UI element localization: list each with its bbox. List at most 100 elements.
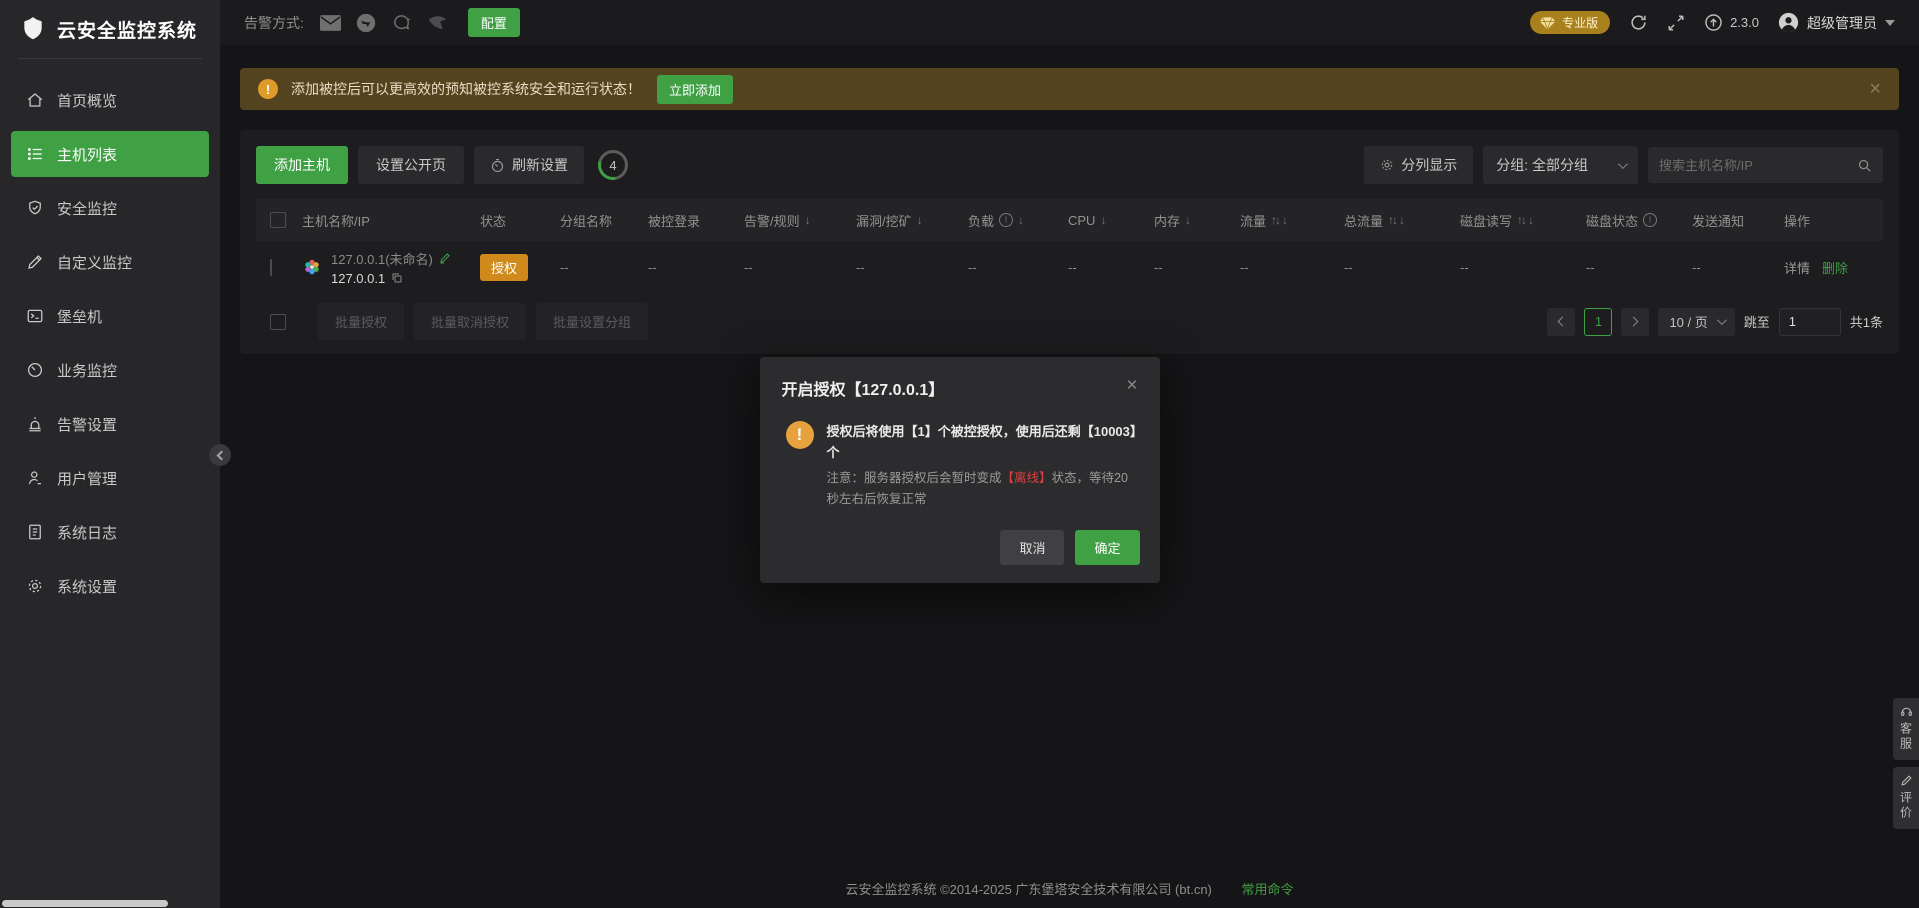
- group-filter-dropdown[interactable]: 分组: 全部分组: [1483, 146, 1638, 184]
- log-file-icon: [26, 523, 44, 541]
- app-logo: 云安全监控系统: [0, 0, 220, 58]
- gauge-icon: [26, 361, 44, 379]
- pencil-icon: [26, 253, 44, 271]
- gear-small-icon: [1380, 158, 1394, 172]
- detail-link[interactable]: 详情: [1784, 258, 1810, 277]
- wechat-icon[interactable]: [391, 13, 412, 33]
- notice-close-icon[interactable]: ×: [1869, 79, 1881, 99]
- edit-name-icon[interactable]: [439, 252, 451, 264]
- sidebar-item-custom-monitor[interactable]: 自定义监控: [11, 239, 209, 285]
- batch-cancel-authorize-button[interactable]: 批量取消授权: [414, 303, 526, 340]
- authorize-tag-button[interactable]: 授权: [480, 254, 528, 281]
- support-widget[interactable]: 客服: [1893, 698, 1919, 760]
- batch-authorize-button[interactable]: 批量授权: [318, 303, 404, 340]
- common-commands-link[interactable]: 常用命令: [1242, 882, 1294, 897]
- search-input[interactable]: [1659, 158, 1857, 173]
- search-box: [1648, 147, 1883, 183]
- fullscreen-icon[interactable]: [1667, 14, 1685, 32]
- sidebar-item-label: 自定义监控: [57, 252, 132, 273]
- row-checkbox[interactable]: [270, 259, 272, 276]
- plan-badge[interactable]: 专业版: [1530, 11, 1610, 34]
- sort-down-icon[interactable]: ↓: [1528, 213, 1534, 227]
- copy-icon[interactable]: [391, 272, 403, 284]
- next-page-button[interactable]: [1621, 308, 1649, 336]
- cancel-button[interactable]: 取消: [1000, 530, 1064, 565]
- column-display-button[interactable]: 分列显示: [1364, 146, 1473, 184]
- chevron-down-icon: [1885, 20, 1895, 26]
- sort-down-icon[interactable]: ↓: [1100, 213, 1106, 227]
- col-agent-login: 被控登录: [648, 211, 744, 230]
- refresh-icon[interactable]: [1629, 13, 1648, 32]
- page-size-dropdown[interactable]: 10 / 页: [1658, 308, 1734, 336]
- sidebar-item-system-log[interactable]: 系统日志: [11, 509, 209, 555]
- add-host-button[interactable]: 添加主机: [256, 146, 348, 184]
- sidebar-item-home[interactable]: 首页概览: [11, 77, 209, 123]
- update-icon: [1704, 13, 1723, 32]
- notice-text: 添加被控后可以更高效的预知被控系统安全和运行状态！: [291, 79, 641, 99]
- sort-down-icon[interactable]: ↓: [1399, 213, 1405, 227]
- col-status: 状态: [480, 211, 560, 230]
- user-menu[interactable]: 超级管理员: [1778, 12, 1895, 33]
- support-label: 客服: [1898, 722, 1915, 752]
- col-memory: 内存↓: [1154, 211, 1240, 230]
- select-all-checkbox[interactable]: [270, 212, 286, 228]
- col-host-name: 主机名称/IP: [302, 211, 480, 230]
- mail-icon[interactable]: [320, 15, 341, 31]
- dingtalk-icon[interactable]: [356, 13, 376, 33]
- sort-down-icon[interactable]: ↓: [917, 213, 923, 227]
- user-name: 超级管理员: [1807, 13, 1877, 33]
- refresh-settings-button[interactable]: 刷新设置: [474, 146, 584, 184]
- sort-down-icon[interactable]: ↓: [1185, 213, 1191, 227]
- sort-down-icon[interactable]: ↓: [1018, 213, 1024, 227]
- sidebar-item-user-management[interactable]: 用户管理: [11, 455, 209, 501]
- sort-down-icon[interactable]: ↓: [1282, 213, 1288, 227]
- sidebar-item-system-settings[interactable]: 系统设置: [11, 563, 209, 609]
- modal-footer: 取消 确定: [760, 510, 1160, 565]
- countdown-value: 4: [601, 153, 625, 177]
- refresh-countdown: 4: [598, 150, 628, 180]
- sidebar-item-label: 系统设置: [57, 576, 117, 597]
- sort-updown-icon[interactable]: ↑↓: [1517, 213, 1525, 227]
- feedback-widget[interactable]: 评价: [1893, 767, 1919, 829]
- chevron-left-icon: [216, 450, 226, 460]
- home-icon: [26, 91, 44, 109]
- offline-highlight: 【离线】: [1002, 471, 1052, 485]
- col-load: 负载!↓: [968, 211, 1068, 230]
- version-box[interactable]: 2.3.0: [1704, 13, 1759, 32]
- sidebar-collapse-button[interactable]: [209, 444, 231, 466]
- app-window: 云安全监控系统 首页概览 主机列表 安全监控 自定义监控 堡垒机: [0, 0, 1919, 908]
- sidebar-item-business-monitor[interactable]: 业务监控: [11, 347, 209, 393]
- public-page-button[interactable]: 设置公开页: [358, 146, 464, 184]
- add-now-button[interactable]: 立即添加: [657, 75, 733, 104]
- authorize-modal: 开启授权【127.0.0.1】 × ! 授权后将使用【1】个被控授权，使用后还剩…: [760, 357, 1160, 583]
- chevron-down-icon: [1618, 159, 1628, 169]
- horizontal-scrollbar-thumb[interactable]: [2, 900, 168, 907]
- sort-updown-icon[interactable]: ↑↓: [1388, 213, 1396, 227]
- search-icon[interactable]: [1857, 158, 1872, 173]
- sidebar-item-host-list[interactable]: 主机列表: [11, 131, 209, 177]
- feishu-icon[interactable]: [427, 14, 448, 32]
- cell-memory: --: [1154, 260, 1240, 275]
- cell-cpu: --: [1068, 260, 1154, 275]
- batch-select-checkbox[interactable]: [270, 314, 286, 330]
- sidebar-menu: 首页概览 主机列表 安全监控 自定义监控 堡垒机 业务监控: [0, 73, 220, 613]
- col-disk-status: 磁盘状态!: [1586, 211, 1692, 230]
- timer-icon: [490, 158, 505, 173]
- modal-close-icon[interactable]: ×: [1126, 376, 1137, 395]
- current-page[interactable]: 1: [1584, 308, 1612, 336]
- batch-set-group-button[interactable]: 批量设置分组: [536, 303, 648, 340]
- sidebar-item-security[interactable]: 安全监控: [11, 185, 209, 231]
- jump-page-input[interactable]: [1779, 308, 1841, 336]
- sidebar-item-bastion[interactable]: 堡垒机: [11, 293, 209, 339]
- config-button[interactable]: 配置: [468, 8, 520, 37]
- prev-page-button[interactable]: [1547, 308, 1575, 336]
- sort-updown-icon[interactable]: ↑↓: [1271, 213, 1279, 227]
- confirm-button[interactable]: 确定: [1075, 530, 1139, 565]
- sidebar-item-alert-settings[interactable]: 告警设置: [11, 401, 209, 447]
- total-count: 共1条: [1850, 312, 1883, 331]
- delete-link[interactable]: 删除: [1822, 258, 1848, 277]
- sidebar: 云安全监控系统 首页概览 主机列表 安全监控 自定义监控 堡垒机: [0, 0, 220, 908]
- topbar: 告警方式: 配置 专业版 2.3.0: [220, 0, 1919, 45]
- refresh-settings-label: 刷新设置: [512, 155, 568, 175]
- sort-down-icon[interactable]: ↓: [805, 213, 811, 227]
